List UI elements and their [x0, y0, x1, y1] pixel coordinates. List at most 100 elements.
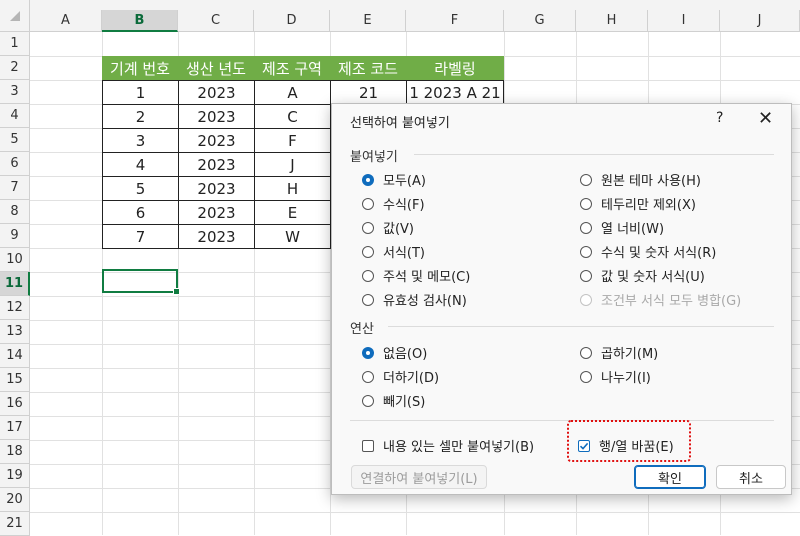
column-header-h[interactable]: H — [576, 10, 648, 32]
table-cell[interactable]: 2023 — [178, 152, 255, 177]
table-header-cell[interactable]: 제조 구역 — [254, 56, 330, 80]
radio-paste-comments[interactable]: 주석 및 메모(C) — [362, 266, 470, 285]
row-header-5[interactable]: 5 — [0, 128, 30, 152]
radio-selected-icon — [362, 173, 374, 186]
radio-op-subtract[interactable]: 빼기(S) — [362, 391, 425, 410]
table-cell[interactable]: 2023 — [178, 128, 255, 153]
radio-icon — [362, 394, 374, 407]
radio-op-none[interactable]: 없음(O) — [362, 343, 427, 362]
row-header-19[interactable]: 19 — [0, 464, 30, 488]
table-cell[interactable]: 1 — [102, 80, 179, 105]
row-header-17[interactable]: 17 — [0, 416, 30, 440]
table-cell[interactable]: 6 — [102, 200, 179, 225]
option-label: 주석 및 메모(C) — [383, 270, 471, 285]
row-header-15[interactable]: 15 — [0, 368, 30, 392]
radio-paste-formats[interactable]: 서식(T) — [362, 242, 425, 261]
table-cell[interactable]: J — [254, 152, 331, 177]
table-header-cell[interactable]: 라벨링 — [406, 56, 504, 80]
row-header-8[interactable]: 8 — [0, 200, 30, 224]
table-cell[interactable]: 7 — [102, 224, 179, 249]
table-cell[interactable]: E — [254, 200, 331, 225]
table-cell[interactable]: 2023 — [178, 80, 255, 105]
option-label: 나누기(I) — [601, 371, 651, 386]
radio-op-add[interactable]: 더하기(D) — [362, 367, 439, 386]
table-header-cell[interactable]: 기계 번호 — [102, 56, 178, 80]
table-cell[interactable]: 3 — [102, 128, 179, 153]
row-header-11[interactable]: 11 — [0, 272, 30, 296]
table-cell[interactable]: C — [254, 104, 331, 129]
column-header-i[interactable]: I — [648, 10, 720, 32]
table-cell[interactable]: 2023 — [178, 104, 255, 129]
table-cell[interactable]: 4 — [102, 152, 179, 177]
column-header-a[interactable]: A — [30, 10, 102, 32]
radio-paste-formulas[interactable]: 수식(F) — [362, 194, 425, 213]
table-cell[interactable]: F — [254, 128, 331, 153]
table-cell[interactable]: 2023 — [178, 200, 255, 225]
ok-button[interactable]: 확인 — [634, 465, 706, 489]
option-label: 내용 있는 셀만 붙여넣기(B) — [383, 440, 535, 455]
row-header-18[interactable]: 18 — [0, 440, 30, 464]
column-header-j[interactable]: J — [720, 10, 800, 32]
radio-paste-source-theme[interactable]: 원본 테마 사용(H) — [580, 170, 701, 189]
radio-paste-formulas-number-formats[interactable]: 수식 및 숫자 서식(R) — [580, 242, 716, 261]
column-header-c[interactable]: C — [178, 10, 254, 32]
radio-icon — [580, 269, 592, 282]
option-label: 더하기(D) — [383, 371, 440, 386]
column-header-e[interactable]: E — [330, 10, 406, 32]
option-label: 수식(F) — [383, 198, 425, 213]
table-cell[interactable]: 2023 — [178, 176, 255, 201]
row-header-21[interactable]: 21 — [0, 512, 30, 536]
column-header-f[interactable]: F — [406, 10, 504, 32]
row-header-12[interactable]: 12 — [0, 296, 30, 320]
close-icon[interactable]: ✕ — [758, 108, 773, 129]
checkbox-icon — [362, 439, 374, 452]
table-cell[interactable]: 5 — [102, 176, 179, 201]
row-header-9[interactable]: 9 — [0, 224, 30, 248]
row-header-16[interactable]: 16 — [0, 392, 30, 416]
radio-icon — [580, 245, 592, 258]
table-cell[interactable]: A — [254, 80, 331, 105]
cancel-button[interactable]: 취소 — [716, 465, 786, 489]
row-header-7[interactable]: 7 — [0, 176, 30, 200]
help-button[interactable]: ? — [716, 110, 723, 126]
paste-link-button[interactable]: 연결하여 붙여넣기(L) — [351, 465, 487, 489]
active-cell-b11[interactable] — [102, 269, 180, 295]
paste-section-label: 붙여넣기 — [350, 150, 398, 165]
row-header-4[interactable]: 4 — [0, 104, 30, 128]
row-header-6[interactable]: 6 — [0, 152, 30, 176]
row-header-3[interactable]: 3 — [0, 80, 30, 104]
radio-icon — [362, 197, 374, 210]
table-cell[interactable]: 2023 — [178, 224, 255, 249]
radio-op-multiply[interactable]: 곱하기(M) — [580, 343, 658, 362]
table-cell[interactable]: W — [254, 224, 331, 249]
table-cell[interactable]: 21 — [330, 80, 407, 105]
row-header-14[interactable]: 14 — [0, 344, 30, 368]
row-header-10[interactable]: 10 — [0, 248, 30, 272]
radio-paste-all[interactable]: 모두(A) — [362, 170, 426, 189]
table-cell[interactable]: H — [254, 176, 331, 201]
option-label: 곱하기(M) — [601, 347, 659, 362]
radio-paste-values[interactable]: 값(V) — [362, 218, 414, 237]
row-header-1[interactable]: 1 — [0, 32, 30, 56]
table-header-cell[interactable]: 생산 년도 — [178, 56, 254, 80]
table-cell[interactable]: 2 — [102, 104, 179, 129]
select-all-icon — [9, 10, 20, 21]
table-header-cell[interactable]: 제조 코드 — [330, 56, 406, 80]
section-divider — [350, 420, 774, 421]
operation-section-label: 연산 — [350, 322, 374, 337]
row-header-20[interactable]: 20 — [0, 488, 30, 512]
row-header-2[interactable]: 2 — [0, 56, 30, 80]
radio-icon — [362, 370, 374, 383]
column-header-b[interactable]: B — [102, 10, 178, 32]
column-header-g[interactable]: G — [504, 10, 576, 32]
column-header-d[interactable]: D — [254, 10, 330, 32]
checkbox-skip-blanks[interactable]: 내용 있는 셀만 붙여넣기(B) — [362, 436, 534, 455]
table-cell[interactable]: 1 2023 A 21 — [406, 80, 504, 105]
radio-paste-column-widths[interactable]: 열 너비(W) — [580, 218, 664, 237]
select-all-corner[interactable] — [0, 0, 30, 32]
radio-paste-values-number-formats[interactable]: 값 및 숫자 서식(U) — [580, 266, 705, 285]
radio-op-divide[interactable]: 나누기(I) — [580, 367, 651, 386]
radio-paste-validation[interactable]: 유효성 검사(N) — [362, 290, 467, 309]
row-header-13[interactable]: 13 — [0, 320, 30, 344]
radio-paste-no-borders[interactable]: 테두리만 제외(X) — [580, 194, 696, 213]
